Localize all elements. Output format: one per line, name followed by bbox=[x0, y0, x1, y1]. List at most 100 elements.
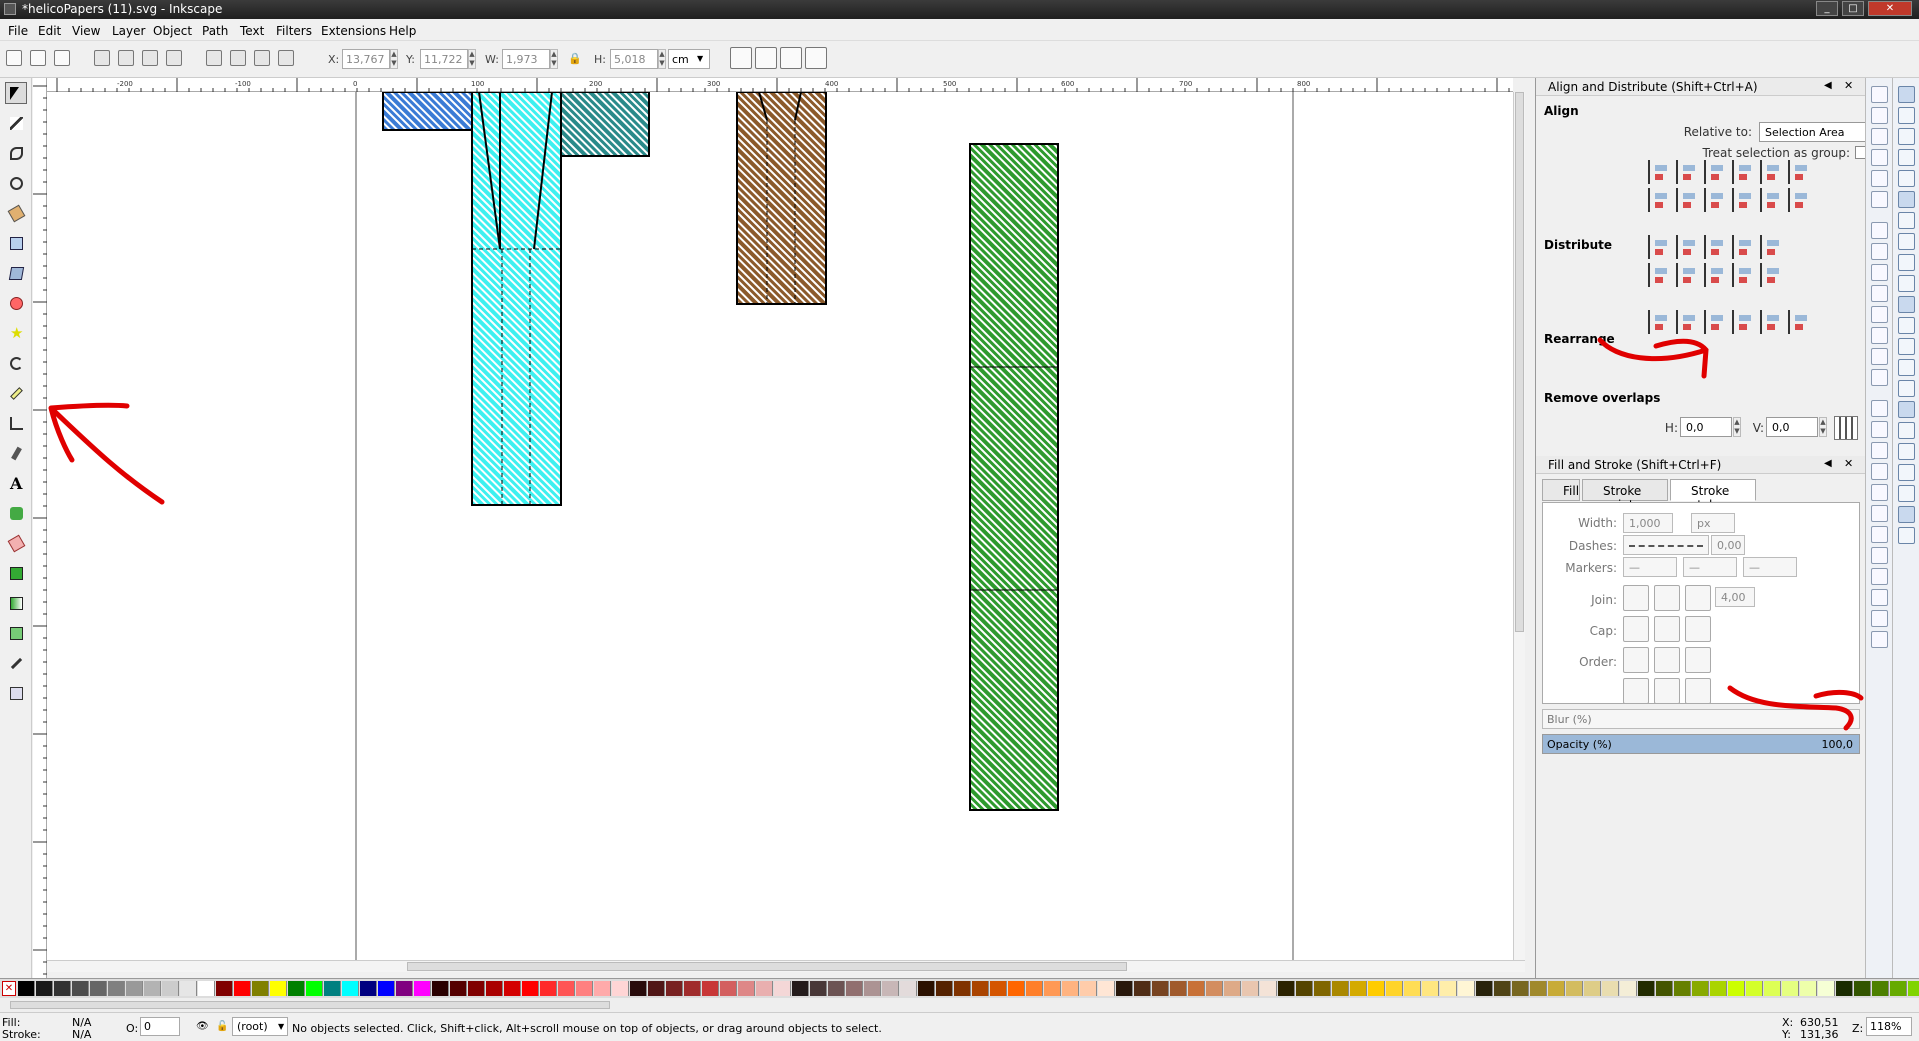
rotate-ccw-icon[interactable] bbox=[94, 50, 110, 66]
green-paper-piece[interactable] bbox=[969, 143, 1059, 811]
color-swatch[interactable] bbox=[630, 981, 647, 996]
connector-tool[interactable] bbox=[5, 682, 27, 704]
color-swatch[interactable] bbox=[1116, 981, 1133, 996]
start-marker-select[interactable]: — bbox=[1623, 557, 1677, 577]
color-swatch[interactable] bbox=[1008, 981, 1025, 996]
color-swatch[interactable] bbox=[1062, 981, 1079, 996]
butt-cap-button[interactable] bbox=[1623, 616, 1649, 642]
calligraphy-tool[interactable] bbox=[5, 442, 27, 464]
snap-toggle-icon[interactable] bbox=[1898, 275, 1915, 292]
text-tool[interactable]: A bbox=[5, 472, 27, 494]
distribute-btn-icon[interactable] bbox=[1704, 263, 1728, 287]
snap-toggle-icon[interactable] bbox=[1898, 254, 1915, 271]
color-swatch[interactable] bbox=[1746, 981, 1763, 996]
menu-layer[interactable]: Layer bbox=[112, 24, 145, 38]
color-swatch[interactable] bbox=[1602, 981, 1619, 996]
no-paint-swatch[interactable]: ✕ bbox=[2, 981, 16, 996]
color-swatch[interactable] bbox=[1584, 981, 1601, 996]
layer-visibility-icon[interactable]: 👁 bbox=[196, 1021, 209, 1032]
color-swatch[interactable] bbox=[450, 981, 467, 996]
snap-toggle-icon[interactable] bbox=[1898, 443, 1915, 460]
color-swatch[interactable] bbox=[108, 981, 125, 996]
select-all-layers-icon[interactable] bbox=[30, 50, 46, 66]
color-swatch[interactable] bbox=[1908, 981, 1919, 996]
color-swatch[interactable] bbox=[1080, 981, 1097, 996]
color-swatch[interactable] bbox=[1404, 981, 1421, 996]
color-swatch[interactable] bbox=[792, 981, 809, 996]
color-swatch[interactable] bbox=[144, 981, 161, 996]
distribute-btn-icon[interactable] bbox=[1760, 235, 1784, 259]
color-swatch[interactable] bbox=[1170, 981, 1187, 996]
palette-scroll-thumb[interactable] bbox=[10, 1001, 610, 1009]
round-join-button[interactable] bbox=[1654, 585, 1680, 611]
color-swatch[interactable] bbox=[1512, 981, 1529, 996]
align-distribute-icon[interactable] bbox=[1871, 589, 1888, 606]
color-swatch[interactable] bbox=[396, 981, 413, 996]
color-swatch[interactable] bbox=[648, 981, 665, 996]
spray-tool[interactable] bbox=[5, 502, 27, 524]
color-swatch[interactable] bbox=[1026, 981, 1043, 996]
color-swatch[interactable] bbox=[1566, 981, 1583, 996]
zoom-field[interactable]: 118% bbox=[1866, 1017, 1912, 1036]
color-swatch[interactable] bbox=[1764, 981, 1781, 996]
color-swatch[interactable] bbox=[1044, 981, 1061, 996]
color-swatch[interactable] bbox=[990, 981, 1007, 996]
text-font-icon[interactable] bbox=[1871, 526, 1888, 543]
snap-toggle-icon[interactable] bbox=[1898, 149, 1915, 166]
zoom-drawing-icon[interactable] bbox=[1871, 348, 1888, 365]
panel-iconify-icon[interactable]: ◀ bbox=[1824, 458, 1832, 469]
align-btn-icon[interactable] bbox=[1788, 188, 1812, 212]
snap-toggle-icon[interactable] bbox=[1898, 338, 1915, 355]
rotate-cw-icon[interactable] bbox=[118, 50, 134, 66]
color-swatch[interactable] bbox=[918, 981, 935, 996]
dropper-tool[interactable] bbox=[5, 652, 27, 674]
mid-marker-select[interactable]: — bbox=[1683, 557, 1737, 577]
color-swatch[interactable] bbox=[72, 981, 89, 996]
color-swatch[interactable] bbox=[432, 981, 449, 996]
align-btn-icon[interactable] bbox=[1648, 160, 1672, 184]
zoom-selection-icon[interactable] bbox=[1871, 327, 1888, 344]
layer-lock-icon[interactable]: 🔓 bbox=[216, 1021, 228, 1032]
tab-fill[interactable]: Fill bbox=[1542, 479, 1580, 501]
horizontal-scroll-thumb[interactable] bbox=[407, 962, 1127, 971]
raise-icon[interactable] bbox=[254, 50, 270, 66]
copy-icon[interactable] bbox=[1871, 264, 1888, 281]
group-icon[interactable] bbox=[1871, 463, 1888, 480]
w-field[interactable]: 1,973 bbox=[502, 49, 550, 69]
horizontal-scrollbar[interactable] bbox=[47, 960, 1525, 972]
align-btn-icon[interactable] bbox=[1788, 160, 1812, 184]
order-fill-markers-stroke-button[interactable] bbox=[1685, 647, 1711, 673]
align-btn-icon[interactable] bbox=[1732, 160, 1756, 184]
scale-stroke-icon[interactable] bbox=[730, 47, 752, 69]
overlap-h-spinner[interactable]: ▲ ▼ bbox=[1733, 417, 1741, 437]
snap-toggle-icon[interactable] bbox=[1898, 380, 1915, 397]
color-swatch[interactable] bbox=[1782, 981, 1799, 996]
snap-toggle-icon[interactable] bbox=[1898, 422, 1915, 439]
menu-text[interactable]: Text bbox=[240, 24, 264, 38]
vertical-scrollbar[interactable] bbox=[1513, 92, 1525, 960]
panel-iconify-icon[interactable]: ◀ bbox=[1824, 80, 1832, 91]
zoom-page-icon[interactable] bbox=[1871, 369, 1888, 386]
color-swatch[interactable] bbox=[702, 981, 719, 996]
color-swatch[interactable] bbox=[288, 981, 305, 996]
overlap-v-field[interactable]: 0,0 bbox=[1766, 417, 1818, 437]
clone-icon[interactable] bbox=[1871, 421, 1888, 438]
distribute-btn-icon[interactable] bbox=[1676, 235, 1700, 259]
tab-stroke-paint[interactable]: Stroke paint bbox=[1582, 479, 1668, 512]
color-swatch[interactable] bbox=[1296, 981, 1313, 996]
color-swatch[interactable] bbox=[684, 981, 701, 996]
distribute-btn-icon[interactable] bbox=[1760, 263, 1784, 287]
lower-to-bottom-icon[interactable] bbox=[206, 50, 222, 66]
snap-toggle-icon[interactable] bbox=[1898, 317, 1915, 334]
y-field[interactable]: 11,722 bbox=[420, 49, 468, 69]
snap-toggle-icon[interactable] bbox=[1898, 191, 1915, 208]
color-swatch[interactable] bbox=[378, 981, 395, 996]
align-btn-icon[interactable] bbox=[1732, 188, 1756, 212]
spiral-tool[interactable] bbox=[5, 352, 27, 374]
rectangle-tool[interactable] bbox=[5, 232, 27, 254]
unit-select[interactable]: cm bbox=[668, 49, 710, 69]
color-swatch[interactable] bbox=[1278, 981, 1295, 996]
color-swatch[interactable] bbox=[1638, 981, 1655, 996]
color-swatch[interactable] bbox=[306, 981, 323, 996]
raise-to-top-icon[interactable] bbox=[278, 50, 294, 66]
